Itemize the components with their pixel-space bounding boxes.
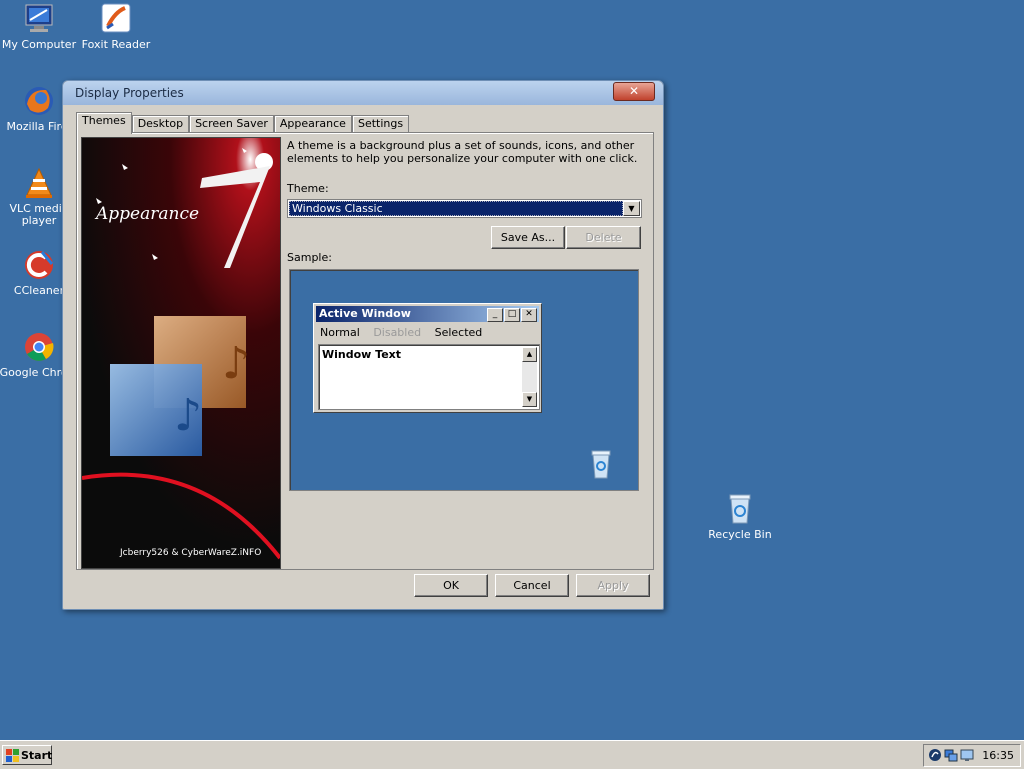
desktop-icon-foxit-reader[interactable]: Foxit Reader <box>76 2 156 51</box>
svg-text:♪: ♪ <box>222 338 250 389</box>
scroll-up-icon: ▲ <box>522 347 537 362</box>
theme-description: A theme is a background plus a set of so… <box>287 139 638 165</box>
sample-menu-selected: Selected <box>434 326 483 339</box>
minimize-icon: _ <box>487 308 503 322</box>
my-computer-icon <box>22 2 56 36</box>
cancel-button[interactable]: Cancel <box>495 574 569 597</box>
sample-window-text: Window Text <box>322 348 402 361</box>
tray-display-icon[interactable] <box>960 748 974 762</box>
desktop-icon-recycle-bin[interactable]: Recycle Bin <box>700 492 780 541</box>
tray-network-icon[interactable] <box>944 748 958 762</box>
windows-logo-icon <box>6 749 19 769</box>
sample-active-window: Active Window _ □ ✕ Normal Disabled Sele… <box>313 303 542 413</box>
sample-label: Sample: <box>287 251 332 264</box>
close-icon: ✕ <box>521 308 537 322</box>
clock: 16:35 <box>982 749 1014 762</box>
banner-credit: Jcberry526 & CyberWareZ.iNFO <box>120 548 262 558</box>
theme-dropdown[interactable]: Windows Classic ▼ <box>287 199 642 218</box>
desktop-icon-label: Recycle Bin <box>708 528 772 541</box>
theme-label: Theme: <box>287 182 329 195</box>
delete-button[interactable]: Delete <box>566 226 641 249</box>
theme-preview-banner: ♪ ♪ Appearance Jcberry526 & CyberWareZ.i… <box>81 137 281 569</box>
start-button[interactable]: Start <box>2 745 52 765</box>
desktop: { "desktop": { "icons": [ {"label": "My … <box>0 0 1024 769</box>
chrome-icon <box>22 330 56 364</box>
window-body: Themes Desktop Screen Saver Appearance S… <box>66 105 660 606</box>
sample-menu-normal: Normal <box>320 326 360 339</box>
ccleaner-icon <box>22 248 56 282</box>
title-bar[interactable]: Display Properties ✕ <box>63 81 663 105</box>
tab-themes[interactable]: Themes <box>76 112 132 134</box>
sample-text-area: Window Text ▲ ▼ <box>318 344 540 410</box>
taskbar: Start 16:35 <box>0 740 1024 769</box>
display-properties-window: Display Properties ✕ Themes Desktop Scre… <box>62 80 664 610</box>
scroll-down-icon: ▼ <box>522 392 537 407</box>
save-as-button[interactable]: Save As... <box>491 226 565 249</box>
sample-menu-disabled: Disabled <box>373 326 422 339</box>
start-label: Start <box>21 749 53 762</box>
sample-window-titlebar: Active Window _ □ ✕ <box>316 306 539 322</box>
apply-button[interactable]: Apply <box>576 574 650 597</box>
banner-artwork: ♪ ♪ <box>82 138 280 568</box>
sample-scrollbar: ▲ ▼ <box>522 347 537 407</box>
system-tray: 16:35 <box>923 744 1021 767</box>
close-button[interactable]: ✕ <box>613 82 655 101</box>
foxit-reader-icon <box>99 2 133 36</box>
theme-dropdown-value: Windows Classic <box>289 201 623 216</box>
desktop-icon-my-computer[interactable]: My Computer <box>0 2 79 51</box>
desktop-icon-label: Foxit Reader <box>81 38 151 51</box>
sample-recycle-bin-icon <box>588 448 614 483</box>
chevron-down-icon[interactable]: ▼ <box>623 201 640 216</box>
desktop-icon-label: My Computer <box>1 38 77 51</box>
tab-strip: Themes Desktop Screen Saver Appearance S… <box>76 112 410 134</box>
svg-text:♪: ♪ <box>174 390 202 441</box>
sample-window-title: Active Window <box>319 307 411 320</box>
recycle-bin-icon <box>723 492 757 526</box>
vlc-icon <box>22 166 56 200</box>
sample-menu-bar: Normal Disabled Selected <box>320 326 492 339</box>
ok-button[interactable]: OK <box>414 574 488 597</box>
maximize-icon: □ <box>504 308 520 322</box>
banner-title: Appearance <box>96 204 200 224</box>
tray-app-icon[interactable] <box>928 748 942 762</box>
window-title: Display Properties <box>75 86 184 100</box>
sample-preview: Active Window _ □ ✕ Normal Disabled Sele… <box>289 269 639 491</box>
close-icon: ✕ <box>628 84 640 98</box>
firefox-icon <box>22 84 56 118</box>
themes-panel: ♪ ♪ Appearance Jcberry526 & CyberWareZ.i… <box>76 132 654 570</box>
